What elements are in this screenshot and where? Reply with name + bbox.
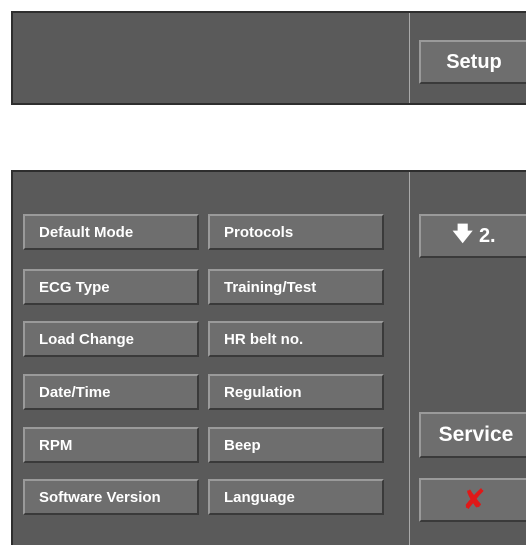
language-button[interactable]: Language (208, 479, 384, 515)
date-time-label: Date/Time (39, 383, 111, 401)
rpm-label: RPM (39, 436, 73, 454)
top-divider (409, 13, 410, 103)
close-button[interactable]: ✘ (419, 478, 526, 522)
regulation-label: Regulation (224, 383, 302, 401)
arrow-down-icon: 🡇 (452, 223, 473, 245)
main-panel: Default Mode ECG Type Load Change Date/T… (11, 170, 526, 545)
page-number-label: 2. (478, 224, 496, 247)
date-time-button[interactable]: Date/Time (23, 374, 199, 410)
protocols-button[interactable]: Protocols (208, 214, 384, 250)
service-label: Service (438, 423, 514, 446)
beep-label: Beep (224, 436, 261, 454)
next-page-button[interactable]: 🡇 2. (419, 214, 526, 258)
software-version-button[interactable]: Software Version (23, 479, 199, 515)
regulation-button[interactable]: Regulation (208, 374, 384, 410)
protocols-label: Protocols (224, 223, 294, 241)
load-change-label: Load Change (39, 330, 135, 348)
top-panel: Setup (11, 11, 526, 105)
ecg-type-button[interactable]: ECG Type (23, 269, 199, 305)
hr-belt-label: HR belt no. (224, 330, 304, 348)
load-change-button[interactable]: Load Change (23, 321, 199, 357)
setup-button[interactable]: Setup (419, 40, 526, 84)
service-button[interactable]: Service (419, 412, 526, 458)
setup-label: Setup (446, 50, 502, 73)
beep-button[interactable]: Beep (208, 427, 384, 463)
training-test-button[interactable]: Training/Test (208, 269, 384, 305)
language-label: Language (224, 488, 295, 506)
rpm-button[interactable]: RPM (23, 427, 199, 463)
ecg-type-label: ECG Type (39, 278, 110, 296)
close-icon: ✘ (462, 484, 486, 515)
default-mode-label: Default Mode (39, 223, 134, 241)
software-version-label: Software Version (39, 488, 161, 506)
hr-belt-button[interactable]: HR belt no. (208, 321, 384, 357)
training-test-label: Training/Test (224, 278, 317, 296)
default-mode-button[interactable]: Default Mode (23, 214, 199, 250)
main-divider (409, 172, 410, 545)
